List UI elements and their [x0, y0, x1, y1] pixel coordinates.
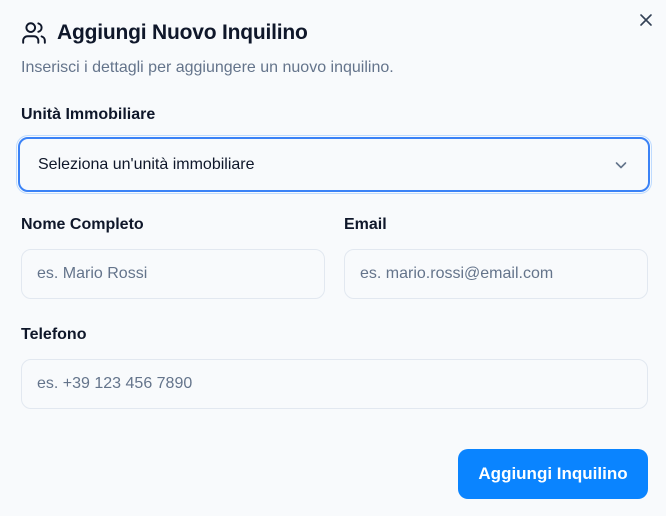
email-input[interactable] — [344, 249, 648, 299]
unit-label: Unità Immobiliare — [21, 106, 156, 123]
close-button[interactable] — [636, 12, 656, 32]
chevron-down-icon — [612, 156, 630, 174]
dialog-header: Aggiungi Nuovo Inquilino — [21, 20, 308, 46]
phone-input[interactable] — [21, 359, 648, 409]
add-tenant-button[interactable]: Aggiungi Inquilino — [458, 449, 648, 499]
add-tenant-dialog: Aggiungi Nuovo Inquilino Inserisci i det… — [0, 0, 666, 516]
dialog-title: Aggiungi Nuovo Inquilino — [57, 21, 308, 44]
unit-select-value: Seleziona un'unità immobiliare — [38, 155, 255, 173]
email-label: Email — [344, 216, 387, 233]
users-icon — [21, 20, 47, 46]
unit-select[interactable]: Seleziona un'unità immobiliare — [18, 137, 650, 192]
phone-label: Telefono — [21, 326, 87, 343]
full-name-input[interactable] — [21, 249, 325, 299]
dialog-subtitle: Inserisci i dettagli per aggiungere un n… — [21, 59, 394, 76]
close-icon — [639, 13, 653, 32]
full-name-label: Nome Completo — [21, 216, 144, 233]
